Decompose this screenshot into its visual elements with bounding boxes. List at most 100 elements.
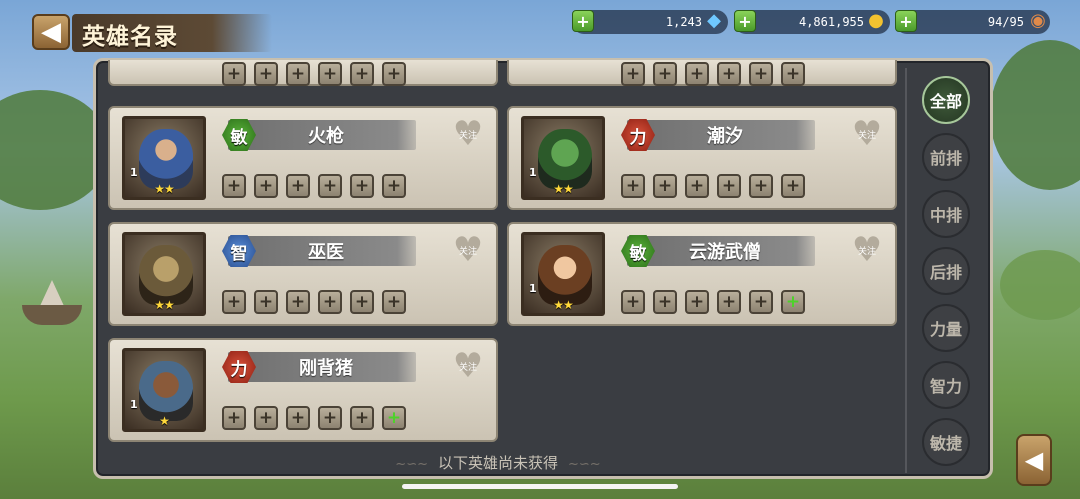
hero-level: 1 (529, 282, 537, 295)
equip-slot[interactable]: + (350, 62, 374, 86)
collapse-panel-button[interactable]: ◀ (1016, 434, 1052, 486)
hero-card[interactable]: 1 ★ 力 刚背猪 ♥ 关注 + + + + + + (108, 338, 498, 442)
hero-stars: ★★ (154, 182, 175, 196)
hero-stars: ★★ (553, 182, 574, 196)
equip-slot[interactable]: + (685, 174, 709, 198)
equip-slot[interactable]: + (749, 174, 773, 198)
hero-card-partial[interactable]: + + + + + + (108, 60, 498, 86)
equip-slot[interactable]: + (382, 62, 406, 86)
equip-slot[interactable]: + (350, 174, 374, 198)
equip-slot[interactable]: + (621, 290, 645, 314)
hero-card[interactable]: 1 ★★ 敏 火枪 ♥ 关注 + + + + + + (108, 106, 498, 210)
equip-slot[interactable]: + (286, 290, 310, 314)
equip-slot[interactable]: + (717, 62, 741, 86)
equip-slot[interactable]: + (717, 174, 741, 198)
equip-slot[interactable]: + (621, 174, 645, 198)
equip-slot[interactable]: + (749, 62, 773, 86)
equip-slot[interactable]: + (254, 174, 278, 198)
equip-slot[interactable]: + (350, 290, 374, 314)
equip-slot[interactable]: + (222, 290, 246, 314)
equip-slot[interactable]: + (318, 290, 342, 314)
gold-coins-icon: ● (868, 9, 884, 31)
equip-slot[interactable]: + (286, 406, 310, 430)
hero-name: 潮汐 (707, 126, 743, 147)
equip-slot[interactable]: + (781, 174, 805, 198)
equip-slot[interactable]: + (222, 174, 246, 198)
ornament-right-icon: ~∽~ (568, 457, 601, 472)
equip-slot[interactable]: + (653, 62, 677, 86)
filter-all[interactable]: 全部 (922, 76, 970, 124)
filter-middle-row[interactable]: 中排 (922, 190, 970, 238)
follow-heart-button[interactable]: ♥ 关注 (450, 233, 486, 267)
equip-slot[interactable]: + (318, 174, 342, 198)
add-gold-button[interactable]: + (734, 10, 756, 32)
equip-slot[interactable]: + (254, 290, 278, 314)
equip-slot[interactable]: + (653, 290, 677, 314)
equip-slot[interactable]: + (222, 406, 246, 430)
equip-slot[interactable]: + (318, 62, 342, 86)
follow-heart-button[interactable]: ♥ 关注 (450, 117, 486, 151)
filter-agility[interactable]: 敏捷 (922, 418, 970, 466)
equip-slot[interactable]: + (621, 62, 645, 86)
equip-slot[interactable]: + (254, 406, 278, 430)
back-arrow-icon: ◀ (41, 17, 61, 47)
hero-card-partial[interactable]: + + + + + + (507, 60, 897, 86)
equip-slot[interactable]: + (222, 62, 246, 86)
page-title: 英雄名录 (82, 24, 178, 50)
equip-slot[interactable]: + (286, 174, 310, 198)
hero-card[interactable]: 1 ★★ 力 潮汐 ♥ 关注 + + + + + + (507, 106, 897, 210)
hero-level: 1 (130, 398, 138, 411)
hero-portrait: 1 ★★ (521, 232, 605, 316)
filter-front-row[interactable]: 前排 (922, 133, 970, 181)
follow-heart-button[interactable]: ♥ 关注 (849, 233, 885, 267)
diamond-amount: 1,243 (665, 15, 702, 29)
back-button[interactable]: ◀ (32, 14, 70, 50)
hero-portrait: 1 ★★ (122, 116, 206, 200)
add-stamina-button[interactable]: + (895, 10, 917, 32)
follow-heart-button[interactable]: ♥ 关注 (849, 117, 885, 151)
add-diamonds-button[interactable]: + (572, 10, 594, 32)
home-indicator[interactable] (402, 484, 678, 489)
hero-portrait: 1 ★★ (521, 116, 605, 200)
filter-intelligence[interactable]: 智力 (922, 361, 970, 409)
stamina-amount: 94/95 (987, 15, 1024, 29)
equip-slot[interactable]: + (653, 174, 677, 198)
equip-slot[interactable]: + (685, 290, 709, 314)
equip-slot[interactable]: + (685, 62, 709, 86)
hero-portrait: ★★ (122, 232, 206, 316)
equip-slot[interactable]: + (717, 290, 741, 314)
sidebar-divider (905, 68, 907, 473)
equip-slot-available[interactable]: + (781, 290, 805, 314)
equip-slot[interactable]: + (286, 62, 310, 86)
hero-stars: ★ (159, 414, 170, 428)
hero-card[interactable]: 1 ★★ 敏 云游武僧 ♥ 关注 + + + + + + (507, 222, 897, 326)
filter-strength[interactable]: 力量 (922, 304, 970, 352)
hero-stars: ★★ (154, 298, 175, 312)
chevron-left-icon: ◀ (1024, 446, 1044, 474)
filter-back-row[interactable]: 后排 (922, 247, 970, 295)
equip-slot[interactable]: + (781, 62, 805, 86)
hero-portrait: 1 ★ (122, 348, 206, 432)
equip-slot-available[interactable]: + (382, 406, 406, 430)
ornament-left-icon: ~∽~ (395, 457, 428, 472)
hero-level: 1 (130, 166, 138, 179)
equip-slot[interactable]: + (382, 290, 406, 314)
ship-decoration (22, 305, 82, 325)
gold-amount: 4,861,955 (798, 15, 864, 29)
equip-slot[interactable]: + (382, 174, 406, 198)
equip-slot[interactable]: + (749, 290, 773, 314)
equip-slot[interactable]: + (254, 62, 278, 86)
notice-text: 以下英雄尚未获得 (437, 454, 558, 472)
equip-slot[interactable]: + (350, 406, 374, 430)
hero-stars: ★★ (553, 298, 574, 312)
equip-slot[interactable]: + (318, 406, 342, 430)
meat-drumstick-icon: ◉ (1030, 9, 1046, 31)
hero-name: 巫医 (308, 242, 344, 263)
hero-level: 1 (529, 166, 537, 179)
hero-card[interactable]: ★★ 智 巫医 ♥ 关注 + + + + + + (108, 222, 498, 326)
hero-name: 云游武僧 (689, 242, 761, 263)
diamond-icon: ◆ (707, 9, 721, 31)
hero-name: 火枪 (308, 126, 344, 147)
not-obtained-divider: ~∽~ 以下英雄尚未获得 ~∽~ (93, 452, 903, 473)
follow-heart-button[interactable]: ♥ 关注 (450, 349, 486, 383)
